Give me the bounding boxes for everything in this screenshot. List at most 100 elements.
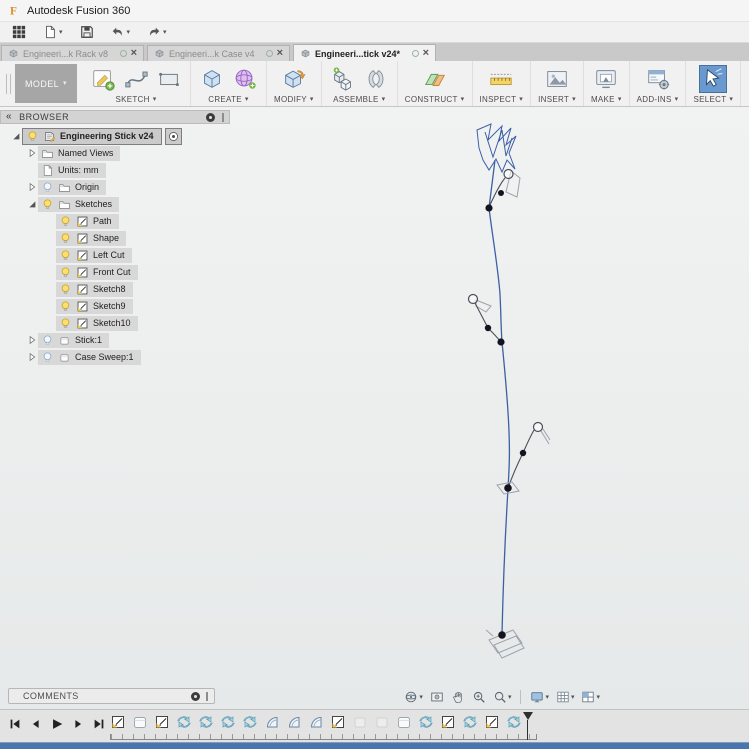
- bulb-on-icon[interactable]: [59, 215, 72, 228]
- timeline-feature-sweep-4[interactable]: [176, 714, 192, 730]
- skip-start-button[interactable]: [8, 717, 22, 731]
- browser-item[interactable]: Units: mm: [38, 163, 106, 178]
- zoom-button[interactable]: [469, 689, 489, 705]
- toolbar-grip[interactable]: [6, 74, 11, 94]
- bulb-on-icon[interactable]: [59, 300, 72, 313]
- modify-box-tool-button[interactable]: [280, 65, 308, 93]
- fit-button[interactable]: ▾: [490, 689, 515, 705]
- ribbon-group-dropdown[interactable]: SKETCH▾: [115, 95, 156, 104]
- browser-row-sketches[interactable]: Sketches: [0, 197, 230, 211]
- browser-item[interactable]: Named Views: [38, 146, 120, 161]
- timeline-feature-ghost-13[interactable]: [374, 714, 390, 730]
- expander-collapsed-icon[interactable]: [26, 351, 38, 363]
- browser-item[interactable]: Front Cut: [56, 265, 138, 280]
- expander-collapsed-icon[interactable]: [26, 334, 38, 346]
- bulb-on-icon[interactable]: [59, 266, 72, 279]
- workspace-switcher-button[interactable]: MODEL▾: [15, 64, 77, 103]
- close-tab-icon[interactable]: ×: [277, 48, 283, 59]
- bulb-on-icon[interactable]: [26, 130, 39, 143]
- document-tab-1[interactable]: Engineeri...k Rack v8×: [1, 45, 144, 61]
- undo-button[interactable]: ▾: [104, 24, 138, 40]
- browser-item[interactable]: Sketch8: [56, 282, 133, 297]
- bulb-off-icon[interactable]: [41, 334, 54, 347]
- browser-row-path[interactable]: Path: [0, 214, 230, 228]
- spline-tool-button[interactable]: [122, 65, 150, 93]
- bulb-on-icon[interactable]: [41, 198, 54, 211]
- file-menu-button[interactable]: ▾: [36, 24, 70, 40]
- ribbon-group-dropdown[interactable]: ASSEMBLE▾: [333, 95, 385, 104]
- document-tab-2[interactable]: Engineeri...k Case v4×: [147, 45, 290, 61]
- make-machine-tool-button[interactable]: [592, 65, 620, 93]
- browser-row-sketch8[interactable]: Sketch8: [0, 282, 230, 296]
- ribbon-group-dropdown[interactable]: CONSTRUCT▾: [405, 95, 465, 104]
- bulb-on-icon[interactable]: [59, 283, 72, 296]
- timeline-feature-sweep-15[interactable]: [418, 714, 434, 730]
- canvas-viewport[interactable]: « BROWSER Engineering Stick v24Named Vie…: [0, 107, 749, 709]
- sketch-pad-tool-button[interactable]: [89, 65, 117, 93]
- browser-row-stick-1[interactable]: Stick:1: [0, 333, 230, 347]
- bulb-off-icon[interactable]: [41, 351, 54, 364]
- skip-end-button[interactable]: [92, 717, 106, 731]
- joint-tool-button[interactable]: [362, 65, 390, 93]
- assemble-blocks-tool-button[interactable]: [329, 65, 357, 93]
- browser-item[interactable]: Sketches: [38, 197, 119, 212]
- browser-row-engineering-stick-v24[interactable]: Engineering Stick v24: [0, 129, 230, 143]
- select-cursor-tool-button[interactable]: [699, 65, 727, 93]
- timeline-feature-sketch-16[interactable]: [440, 714, 456, 730]
- expander-collapsed-icon[interactable]: [26, 181, 38, 193]
- browser-row-origin[interactable]: Origin: [0, 180, 230, 194]
- mesh-sphere-tool-button[interactable]: [231, 65, 259, 93]
- timeline-feature-sweep-5[interactable]: [198, 714, 214, 730]
- timeline-feature-sketch-11[interactable]: [330, 714, 346, 730]
- comments-bar[interactable]: COMMENTS: [8, 688, 215, 704]
- bulb-on-icon[interactable]: [59, 249, 72, 262]
- browser-row-case-sweep-1[interactable]: Case Sweep:1: [0, 350, 230, 364]
- bulb-on-icon[interactable]: [59, 232, 72, 245]
- ribbon-group-dropdown[interactable]: ADD-INS▾: [637, 95, 679, 104]
- app-launcher-button[interactable]: [5, 24, 33, 40]
- expander-collapsed-icon[interactable]: [26, 147, 38, 159]
- timeline-feature-sweep-19[interactable]: [506, 714, 522, 730]
- browser-item[interactable]: Shape: [56, 231, 126, 246]
- look-at-button[interactable]: [427, 689, 447, 705]
- play-button[interactable]: [50, 717, 64, 731]
- ribbon-group-dropdown[interactable]: MAKE▾: [591, 95, 622, 104]
- timeline-feature-sweep-6[interactable]: [220, 714, 236, 730]
- collapse-panel-icon[interactable]: «: [6, 112, 12, 122]
- browser-row-shape[interactable]: Shape: [0, 231, 230, 245]
- browser-row-sketch10[interactable]: Sketch10: [0, 316, 230, 330]
- close-tab-icon[interactable]: ×: [131, 48, 137, 59]
- sketch-base[interactable]: [486, 630, 524, 658]
- comments-options-button[interactable]: [191, 692, 200, 701]
- browser-item[interactable]: Case Sweep:1: [38, 350, 141, 365]
- ribbon-group-dropdown[interactable]: MODIFY▾: [274, 95, 314, 104]
- sketch-arm-lower[interactable]: [497, 423, 550, 495]
- browser-row-front-cut[interactable]: Front Cut: [0, 265, 230, 279]
- sketch-main-spline[interactable]: [489, 160, 509, 634]
- document-tab-3[interactable]: Engineeri...tick v24*×: [293, 44, 436, 62]
- timeline-playhead[interactable]: [522, 712, 533, 740]
- display-settings-button[interactable]: ▾: [527, 689, 552, 705]
- sketch-arm-middle[interactable]: [469, 295, 505, 346]
- grid-settings-button[interactable]: ▾: [553, 689, 578, 705]
- construct-planes-tool-button[interactable]: [421, 65, 449, 93]
- orbit-button[interactable]: ▾: [401, 689, 426, 705]
- ribbon-group-dropdown[interactable]: SELECT▾: [693, 95, 733, 104]
- close-tab-icon[interactable]: ×: [423, 48, 429, 59]
- ribbon-group-dropdown[interactable]: CREATE▾: [208, 95, 248, 104]
- timeline-feature-box-14[interactable]: [396, 714, 412, 730]
- addins-panel-tool-button[interactable]: [644, 65, 672, 93]
- browser-item[interactable]: Path: [56, 214, 119, 229]
- redo-button[interactable]: ▾: [140, 24, 174, 40]
- timeline-feature-ghost-12[interactable]: [352, 714, 368, 730]
- browser-item[interactable]: Stick:1: [38, 333, 109, 348]
- ribbon-group-dropdown[interactable]: INSERT▾: [538, 95, 576, 104]
- timeline-feature-sketch-1[interactable]: [110, 714, 126, 730]
- step-forward-button[interactable]: [71, 717, 85, 731]
- browser-row-units-mm[interactable]: Units: mm: [0, 163, 230, 177]
- expander-expanded-icon[interactable]: [26, 198, 38, 210]
- pan-button[interactable]: [448, 689, 468, 705]
- insert-image-tool-button[interactable]: [543, 65, 571, 93]
- timeline-feature-revolve-8[interactable]: [264, 714, 280, 730]
- inspect-ruler-tool-button[interactable]: [487, 65, 515, 93]
